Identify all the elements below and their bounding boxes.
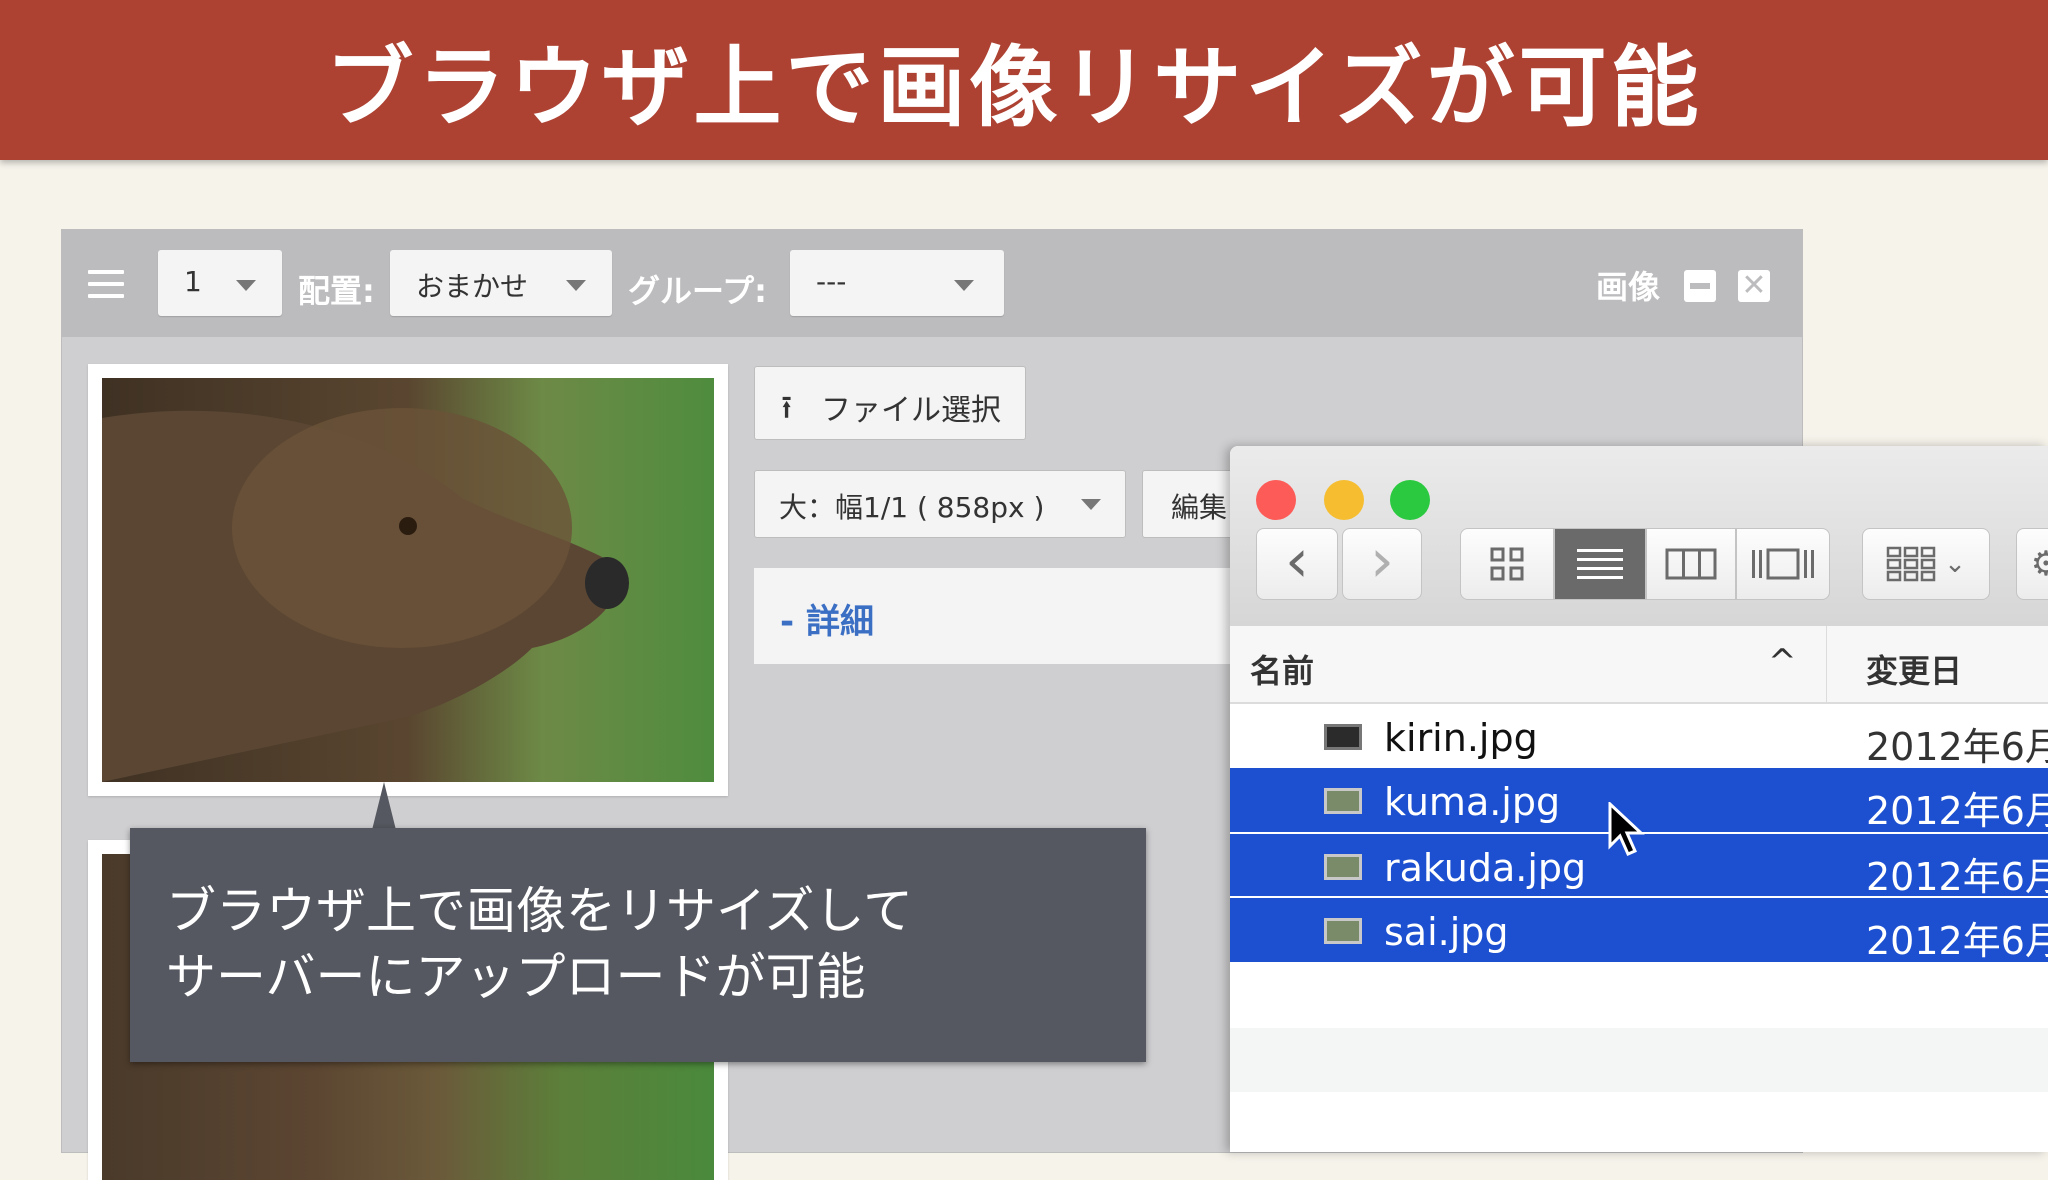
upload-icon: ⭱ [781, 388, 793, 426]
close-icon[interactable]: ✕ [1738, 270, 1770, 302]
image-file-icon [1324, 788, 1362, 814]
forward-button[interactable]: › [1342, 528, 1422, 600]
date-column-header[interactable]: 変更日 [1866, 646, 1962, 692]
file-name: kuma.jpg [1384, 780, 1561, 824]
placement-select-value: おまかせ [416, 270, 529, 303]
gallery-view-button[interactable] [1736, 528, 1830, 600]
group-by-button[interactable]: ⌄ [1862, 528, 1990, 600]
chevron-left-icon: ‹ [1285, 526, 1309, 596]
file-date: 2012年6月 [1866, 789, 2048, 833]
chevron-down-icon: ⌄ [1944, 549, 1966, 579]
column-divider [1826, 626, 1827, 702]
chevron-down-icon [1081, 499, 1101, 510]
number-select[interactable]: 1 [158, 250, 282, 316]
file-date: 2012年6月 [1866, 855, 2048, 899]
tooltip-text: ブラウザ上で画像をリサイズして サーバーにアップロードが可能 [166, 882, 913, 1006]
image-file-icon [1324, 918, 1362, 944]
gallery-icon [1752, 548, 1814, 580]
file-select-label: ファイル選択 [821, 393, 1001, 428]
detail-link[interactable]: - 詳細 [780, 594, 874, 643]
size-select-value: 大：幅1/1 ( 858px ) [779, 491, 1045, 524]
size-select[interactable]: 大：幅1/1 ( 858px ) [754, 470, 1126, 538]
placement-select[interactable]: おまかせ [390, 250, 612, 316]
bear-photo [102, 378, 714, 782]
finder-toolbar: ‹ › ⌄ ⚙ [1230, 446, 2048, 627]
name-column-header[interactable]: 名前 [1250, 646, 1314, 692]
banner-title: ブラウザ上で画像リサイズが可能 [325, 35, 1703, 139]
chevron-right-icon: › [1370, 526, 1394, 596]
group-select[interactable]: --- [790, 250, 1004, 316]
arrange-icon [1886, 546, 1936, 582]
finder-window: ‹ › ⌄ ⚙ 名前 ^ 変更日 kirin.jpg 2012年6月 kuma.… [1230, 446, 2048, 1152]
minimize-window-button[interactable] [1324, 480, 1364, 520]
file-date: 2012年6月 [1866, 725, 2048, 769]
tooltip-pointer [372, 782, 396, 830]
image-file-icon [1324, 854, 1362, 880]
edit-button-label: 編集 [1171, 491, 1228, 524]
back-button[interactable]: ‹ [1256, 528, 1338, 600]
unit-type-label: 画像 [1595, 268, 1660, 306]
mouse-cursor-icon [1608, 802, 1645, 856]
sort-ascending-icon[interactable]: ^ [1768, 642, 1797, 682]
file-date: 2012年6月 [1866, 919, 2048, 963]
column-view-button[interactable] [1646, 528, 1736, 600]
zoom-window-button[interactable] [1390, 480, 1430, 520]
file-name: kirin.jpg [1384, 716, 1538, 760]
image-file-icon [1324, 724, 1362, 750]
gear-icon: ⚙ [2030, 544, 2048, 584]
empty-row [1230, 1028, 2048, 1092]
callout-tooltip: ブラウザ上で画像をリサイズして サーバーにアップロードが可能 [130, 828, 1146, 1062]
grid-icon [1490, 547, 1524, 581]
list-icon [1577, 549, 1623, 579]
image-preview [88, 364, 728, 796]
chevron-down-icon [236, 280, 256, 291]
file-row[interactable]: kirin.jpg 2012年6月 [1230, 704, 2048, 769]
columns-icon [1665, 548, 1717, 580]
action-button[interactable]: ⚙ [2016, 528, 2048, 600]
number-select-value: 1 [184, 265, 202, 298]
list-header: 名前 ^ 変更日 [1230, 626, 2048, 704]
group-select-value: --- [816, 265, 847, 298]
panel-toolbar: 1 配置: おまかせ グループ: --- 画像 ✕ [62, 230, 1802, 337]
title-banner: ブラウザ上で画像リサイズが可能 [0, 0, 2048, 160]
chevron-down-icon [954, 280, 974, 291]
file-row-selected[interactable]: sai.jpg 2012年6月 [1230, 896, 2048, 963]
icon-view-button[interactable] [1460, 528, 1554, 600]
group-label: グループ: [628, 272, 767, 310]
minimize-icon[interactable] [1684, 270, 1716, 302]
placement-label: 配置: [298, 272, 375, 310]
list-view-button[interactable] [1554, 528, 1646, 600]
close-window-button[interactable] [1256, 480, 1296, 520]
drag-handle-icon[interactable] [88, 270, 124, 298]
chevron-down-icon [566, 280, 586, 291]
file-name: rakuda.jpg [1384, 846, 1587, 890]
file-name: sai.jpg [1384, 910, 1509, 954]
file-select-button[interactable]: ⭱ ファイル選択 [754, 366, 1026, 440]
